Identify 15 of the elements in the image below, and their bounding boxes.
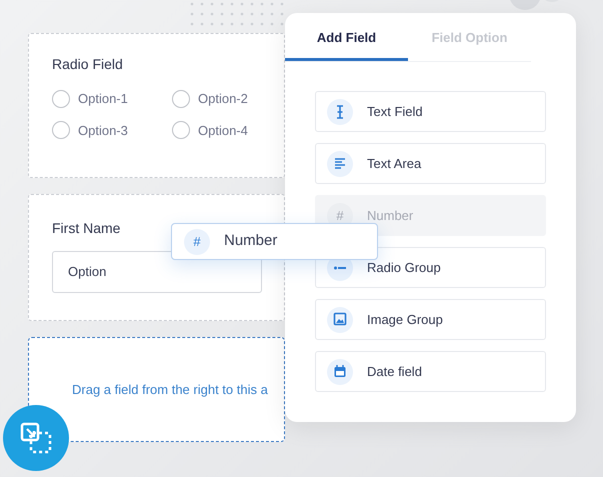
field-type-label: Text Field xyxy=(367,102,423,121)
chip-label: Number xyxy=(224,231,278,252)
drop-hint: Drag a field from the right to this a xyxy=(72,380,268,399)
field-type-label: Text Area xyxy=(367,154,422,173)
option-label: Option-3 xyxy=(78,122,128,140)
number-icon: # xyxy=(184,228,210,254)
field-type-label: Date field xyxy=(367,362,422,381)
option-label: Option-4 xyxy=(198,122,248,140)
field-type-label: Radio Group xyxy=(367,258,441,277)
field-label: Radio Field xyxy=(52,55,123,74)
option-label: Option-1 xyxy=(78,90,128,108)
field-type-label: Number xyxy=(367,206,414,225)
field-label: First Name xyxy=(52,219,120,238)
option-label: Option-2 xyxy=(198,90,248,108)
field-type-label: Image Group xyxy=(367,310,443,329)
